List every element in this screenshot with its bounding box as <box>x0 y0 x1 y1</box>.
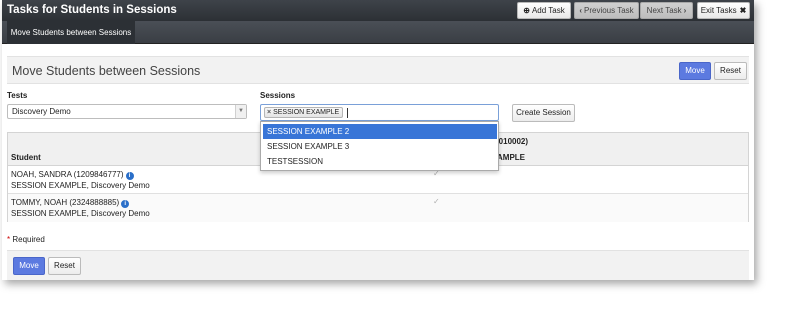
session-chip-label: SESSION EXAMPLE <box>273 109 340 116</box>
student-detail: SESSION EXAMPLE, Discovery Demo <box>11 181 150 190</box>
student-name: TOMMY, NOAH (2324888885) <box>11 198 120 207</box>
session-chip: × SESSION EXAMPLE <box>264 107 344 118</box>
reset-button-bottom[interactable]: Reset <box>48 257 81 275</box>
chevron-left-icon: ‹ <box>579 6 582 15</box>
sessions-dropdown: SESSION EXAMPLE 2 SESSION EXAMPLE 3 TEST… <box>260 121 499 171</box>
window-title: Tasks for Students in Sessions <box>7 4 177 16</box>
tests-select-value: Discovery Demo <box>12 107 71 116</box>
table-row: TOMMY, NOAH (2324888885) i SESSION EXAMPL… <box>8 194 748 222</box>
student-column-header: Student <box>11 153 41 162</box>
panel-header: Move Students between Sessions Move Rese… <box>7 56 749 84</box>
create-session-button[interactable]: Create Session <box>512 104 575 122</box>
exit-tasks-label: Exit Tasks <box>700 6 737 15</box>
session-column-header: AMPLE <box>497 153 525 162</box>
tab-bar: Move Students between Sessions <box>2 21 754 44</box>
tab-move-students[interactable]: Move Students between Sessions <box>7 21 135 44</box>
info-icon[interactable]: i <box>121 200 130 208</box>
page-title: Move Students between Sessions <box>12 64 201 78</box>
app-window: Tasks for Students in Sessions ⊕ Add Task… <box>2 0 754 280</box>
add-task-label: Add Task <box>531 6 565 15</box>
next-task-button[interactable]: Next Task › <box>640 2 693 19</box>
required-asterisk: * <box>7 235 11 244</box>
title-bar: Tasks for Students in Sessions ⊕ Add Task… <box>2 0 754 21</box>
student-detail: SESSION EXAMPLE, Discovery Demo <box>11 209 150 218</box>
move-button-top[interactable]: Move <box>679 62 711 80</box>
footer-bar: Move Reset <box>7 250 749 280</box>
text-caret <box>347 108 348 118</box>
move-button-bottom[interactable]: Move <box>13 257 45 275</box>
chevron-down-icon: ▼ <box>235 105 246 118</box>
sessions-multiselect[interactable]: × SESSION EXAMPLE <box>260 104 499 121</box>
tests-label: Tests <box>7 91 28 100</box>
sessions-label: Sessions <box>260 91 296 100</box>
plus-circle-icon: ⊕ <box>523 6 530 15</box>
add-task-button[interactable]: ⊕ Add Task <box>517 2 571 19</box>
tests-select[interactable]: Discovery Demo ▼ <box>7 104 247 119</box>
remove-chip-icon[interactable]: × <box>267 109 271 116</box>
checkmark-icon[interactable]: ✓ <box>433 197 440 206</box>
previous-task-label: Previous Task <box>584 6 634 15</box>
chevron-right-icon: › <box>683 6 687 15</box>
session-option[interactable]: SESSION EXAMPLE 3 <box>263 139 497 154</box>
required-text: Required <box>12 235 45 244</box>
session-code-header: (010002) <box>496 137 529 146</box>
student-name: NOAH, SANDRA (1209846777) <box>11 170 124 179</box>
session-option[interactable]: TESTSESSION <box>263 154 497 169</box>
previous-task-button[interactable]: ‹ Previous Task <box>574 2 639 19</box>
exit-tasks-button[interactable]: Exit Tasks ✖ <box>697 2 750 19</box>
next-task-label: Next Task <box>646 6 682 15</box>
session-option[interactable]: SESSION EXAMPLE 2 <box>263 124 497 139</box>
required-note: * Required <box>7 235 45 244</box>
reset-button-top[interactable]: Reset <box>714 62 747 80</box>
info-icon[interactable]: i <box>125 172 134 180</box>
close-icon: ✖ <box>739 6 747 15</box>
